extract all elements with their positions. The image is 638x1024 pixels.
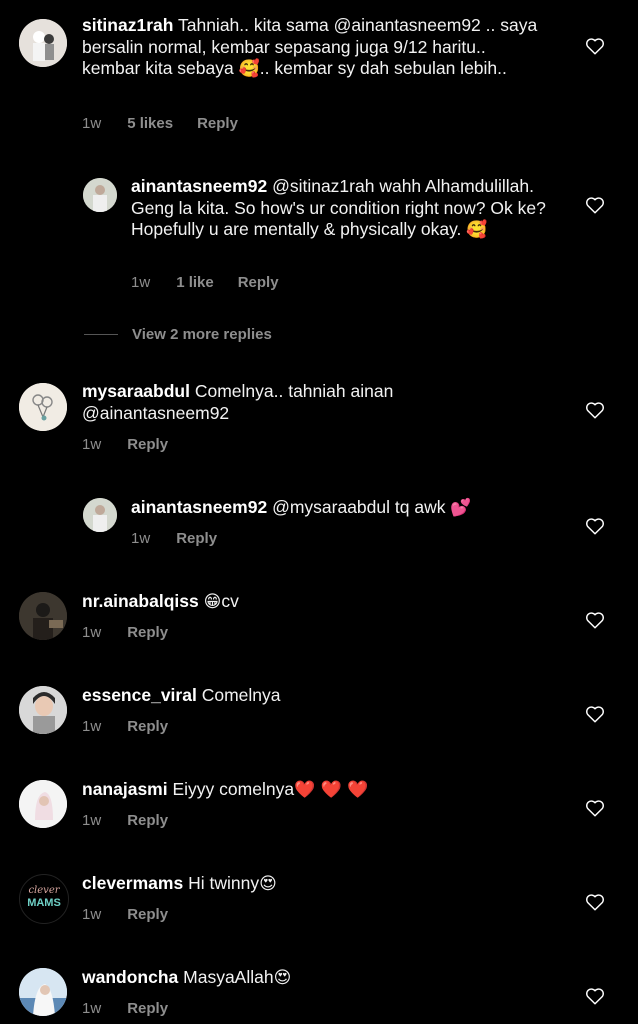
timestamp: 1w	[131, 274, 151, 291]
comment-text: Comelnya	[201, 685, 281, 705]
heart-outline-icon[interactable]	[585, 401, 605, 419]
reply-button[interactable]: Reply	[127, 812, 168, 829]
heart-outline-icon[interactable]	[585, 517, 605, 535]
avatar[interactable]: clever MAMS	[19, 874, 69, 924]
likes-count[interactable]: 5 likes	[127, 115, 173, 132]
heart-outline-icon[interactable]	[585, 705, 605, 723]
divider	[84, 334, 118, 335]
reply-button[interactable]: Reply	[127, 436, 168, 453]
avatar[interactable]	[19, 592, 67, 640]
reply-button[interactable]: Reply	[176, 530, 217, 547]
avatar[interactable]	[19, 780, 67, 828]
avatar-brand-text: clever	[28, 885, 60, 896]
heart-outline-icon[interactable]	[585, 611, 605, 629]
timestamp: 1w	[82, 906, 102, 923]
username[interactable]: ainantasneem92	[131, 176, 267, 196]
avatar[interactable]	[83, 498, 117, 532]
username[interactable]: essence_viral	[82, 685, 197, 705]
comment-text: Eiyyy comelnya	[172, 779, 295, 799]
two-hearts-emoji: 💕	[450, 498, 472, 518]
smiling-face-hearts-emoji: 🥰	[466, 220, 488, 240]
reply-button[interactable]: Reply	[127, 906, 168, 923]
timestamp: 1w	[82, 115, 102, 132]
username[interactable]: sitinaz1rah	[82, 15, 173, 35]
avatar[interactable]	[19, 686, 67, 734]
avatar[interactable]	[19, 968, 67, 1016]
heart-eyes-emoji: 😍	[259, 874, 277, 894]
timestamp: 1w	[82, 436, 102, 453]
username[interactable]: ainantasneem92	[131, 497, 267, 517]
red-hearts-emoji: ❤️ ❤️ ❤️	[294, 780, 369, 800]
timestamp: 1w	[131, 530, 151, 547]
grinning-face-emoji: 😁	[203, 592, 222, 612]
likes-count[interactable]: 1 like	[176, 274, 214, 291]
comment-text: cv	[221, 591, 239, 611]
heart-outline-icon[interactable]	[585, 799, 605, 817]
heart-outline-icon[interactable]	[585, 37, 605, 55]
comment-text: Hi twinny	[188, 873, 260, 893]
comment-text: @mysaraabdul tq awk	[272, 497, 446, 517]
username[interactable]: wandoncha	[82, 967, 178, 987]
heart-eyes-emoji: 😍	[273, 968, 292, 988]
smiling-face-hearts-emoji: 🥰	[238, 59, 260, 79]
username[interactable]: clevermams	[82, 873, 183, 893]
username[interactable]: nr.ainabalqiss	[82, 591, 199, 611]
reply-button[interactable]: Reply	[238, 274, 279, 291]
heart-outline-icon[interactable]	[585, 987, 605, 1005]
avatar-brand-text: MAMS	[27, 897, 61, 909]
username[interactable]: mysaraabdul	[82, 381, 190, 401]
reply-button[interactable]: Reply	[127, 1000, 168, 1017]
timestamp: 1w	[82, 718, 102, 735]
username[interactable]: nanajasmi	[82, 779, 168, 799]
reply-button[interactable]: Reply	[127, 624, 168, 641]
view-more-replies-button[interactable]: View 2 more replies	[84, 326, 272, 343]
avatar[interactable]	[19, 383, 67, 431]
timestamp: 1w	[82, 812, 102, 829]
comment-text: MasyaAllah	[183, 967, 274, 987]
heart-outline-icon[interactable]	[585, 196, 605, 214]
reply-button[interactable]: Reply	[127, 718, 168, 735]
heart-outline-icon[interactable]	[585, 893, 605, 911]
timestamp: 1w	[82, 624, 102, 641]
avatar[interactable]	[83, 178, 117, 212]
avatar[interactable]	[19, 19, 67, 67]
reply-button[interactable]: Reply	[197, 115, 238, 132]
comment-text-continued: .. kembar sy dah sebulan lebih..	[259, 58, 507, 78]
timestamp: 1w	[82, 1000, 102, 1017]
